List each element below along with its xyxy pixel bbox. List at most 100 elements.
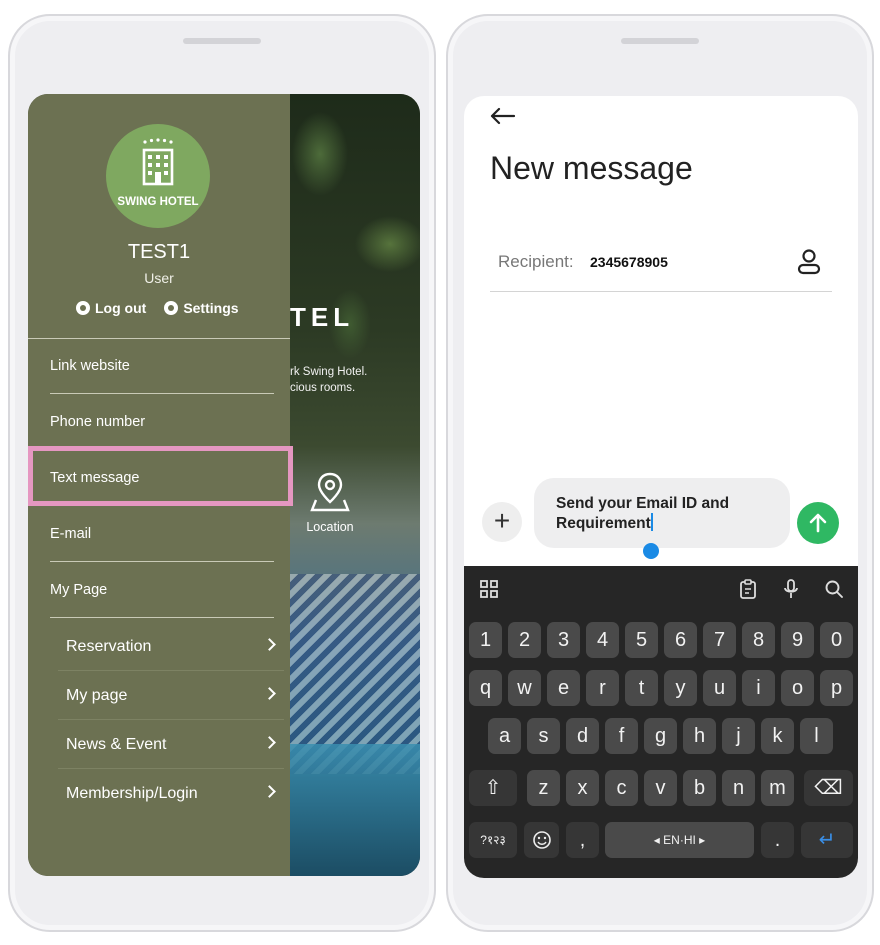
message-input[interactable]: Send your Email ID and Requirement xyxy=(534,478,790,548)
text-cursor xyxy=(650,513,653,531)
key-9[interactable]: 9 xyxy=(781,622,814,658)
message-line1: Send your Email ID and xyxy=(556,495,730,512)
key-4[interactable]: 4 xyxy=(586,622,619,658)
recipient-field[interactable]: Recipient: 2345678905 xyxy=(490,244,832,292)
send-button[interactable] xyxy=(797,502,839,544)
key-3[interactable]: 3 xyxy=(547,622,580,658)
user-role: User xyxy=(144,270,174,286)
right-phone-frame: New message Recipient: 2345678905 + Send… xyxy=(446,14,874,932)
attach-plus-button[interactable]: + xyxy=(482,502,522,542)
location-pin-icon[interactable] xyxy=(308,470,352,514)
key-5[interactable]: 5 xyxy=(625,622,658,658)
key-r[interactable]: r xyxy=(586,670,619,706)
key-i[interactable]: i xyxy=(742,670,775,706)
hotel-subtitle-line1: rk Swing Hotel. xyxy=(290,366,368,378)
key-l[interactable]: l xyxy=(800,718,833,754)
left-phone-frame: TEL rk Swing Hotel. cious rooms. Locatio… xyxy=(8,14,436,932)
key-o[interactable]: o xyxy=(781,670,814,706)
contact-person-icon[interactable] xyxy=(796,248,822,276)
submenu-item-label: News & Event xyxy=(66,735,167,753)
recipient-value[interactable]: 2345678905 xyxy=(590,254,668,270)
key-n[interactable]: n xyxy=(722,770,755,806)
space-bar[interactable]: ◂ EN·HI ▸ xyxy=(605,822,754,858)
submenu-item-reservation[interactable]: Reservation xyxy=(58,622,284,671)
right-phone-screen: New message Recipient: 2345678905 + Send… xyxy=(464,96,858,878)
symbols-key[interactable]: ?१२३ xyxy=(469,822,517,858)
submenu-item-label: My page xyxy=(66,686,128,704)
key-x[interactable]: x xyxy=(566,770,599,806)
key-8[interactable]: 8 xyxy=(742,622,775,658)
key-t[interactable]: t xyxy=(625,670,658,706)
key-1[interactable]: 1 xyxy=(469,622,502,658)
period-key[interactable]: . xyxy=(761,822,794,858)
hotel-subtitle: rk Swing Hotel. cious rooms. xyxy=(290,364,367,396)
menu-item-phone-number[interactable]: Phone number xyxy=(50,394,274,450)
key-0[interactable]: 0 xyxy=(820,622,853,658)
user-name: TEST1 xyxy=(127,241,191,263)
text-message-highlight-box xyxy=(28,446,293,506)
key-s[interactable]: s xyxy=(527,718,560,754)
submenu-item-membership-login[interactable]: Membership/Login xyxy=(66,769,278,818)
backspace-key[interactable]: ⌫ xyxy=(804,770,853,806)
search-icon[interactable] xyxy=(823,578,845,600)
key-z[interactable]: z xyxy=(527,770,560,806)
space-bar-label: EN·HI xyxy=(663,833,696,847)
emoji-icon xyxy=(532,831,551,849)
key-v[interactable]: v xyxy=(644,770,677,806)
key-q[interactable]: q xyxy=(469,670,502,706)
hotel-subtitle-line2: cious rooms. xyxy=(290,382,356,394)
enter-key[interactable]: ↵ xyxy=(801,822,853,858)
key-j[interactable]: j xyxy=(722,718,755,754)
shift-key[interactable]: ⇧ xyxy=(469,770,517,806)
hotel-logo-avatar: SWING HOTEL xyxy=(106,124,210,228)
message-line2-wrap: Requirement xyxy=(556,513,768,533)
speaker-grille xyxy=(183,38,261,44)
key-p[interactable]: p xyxy=(820,670,853,706)
key-7[interactable]: 7 xyxy=(703,622,736,658)
apps-grid-icon[interactable] xyxy=(478,578,500,600)
key-w[interactable]: w xyxy=(508,670,541,706)
send-arrow-icon xyxy=(809,513,827,533)
clipboard-icon[interactable] xyxy=(737,578,759,600)
left-phone-screen: TEL rk Swing Hotel. cious rooms. Locatio… xyxy=(28,94,420,876)
pool-area xyxy=(290,744,420,876)
microphone-icon[interactable] xyxy=(780,578,802,600)
logout-icon xyxy=(76,301,90,315)
emoji-key[interactable] xyxy=(524,822,559,858)
key-h[interactable]: h xyxy=(683,718,716,754)
key-6[interactable]: 6 xyxy=(664,622,697,658)
key-2[interactable]: 2 xyxy=(508,622,541,658)
key-b[interactable]: b xyxy=(683,770,716,806)
key-k[interactable]: k xyxy=(761,718,794,754)
back-arrow-icon[interactable] xyxy=(488,106,516,126)
submenu-item-label: Reservation xyxy=(66,637,152,655)
key-c[interactable]: c xyxy=(605,770,638,806)
logout-button[interactable]: Log out xyxy=(76,300,146,316)
menu-item-my-page[interactable]: My Page xyxy=(50,562,274,618)
key-f[interactable]: f xyxy=(605,718,638,754)
key-m[interactable]: m xyxy=(761,770,794,806)
key-u[interactable]: u xyxy=(703,670,736,706)
comma-key[interactable]: , xyxy=(566,822,599,858)
key-e[interactable]: e xyxy=(547,670,580,706)
menu-item-email[interactable]: E-mail xyxy=(50,506,274,562)
submenu-item-my-page[interactable]: My page xyxy=(58,671,284,720)
navigation-drawer: SWING HOTEL TEST1 User Log out Settings … xyxy=(28,94,293,876)
submenu-item-label: Membership/Login xyxy=(66,784,198,802)
user-actions: Log out Settings xyxy=(76,300,239,316)
submenu-item-news-event[interactable]: News & Event xyxy=(58,720,284,769)
page-title: New message xyxy=(490,150,693,186)
settings-button[interactable]: Settings xyxy=(164,300,239,316)
cursor-handle[interactable] xyxy=(643,543,659,559)
key-d[interactable]: d xyxy=(566,718,599,754)
key-g[interactable]: g xyxy=(644,718,677,754)
chevron-right-icon xyxy=(263,736,276,749)
location-label[interactable]: Location xyxy=(300,520,360,534)
menu-item-link-website[interactable]: Link website xyxy=(50,338,274,394)
keyboard: 1 2 3 4 5 6 7 8 9 0 q w e r t y u i o p … xyxy=(464,566,858,878)
key-a[interactable]: a xyxy=(488,718,521,754)
settings-icon xyxy=(164,301,179,315)
key-y[interactable]: y xyxy=(664,670,697,706)
menu-divider xyxy=(50,617,274,618)
logout-label: Log out xyxy=(95,300,147,316)
